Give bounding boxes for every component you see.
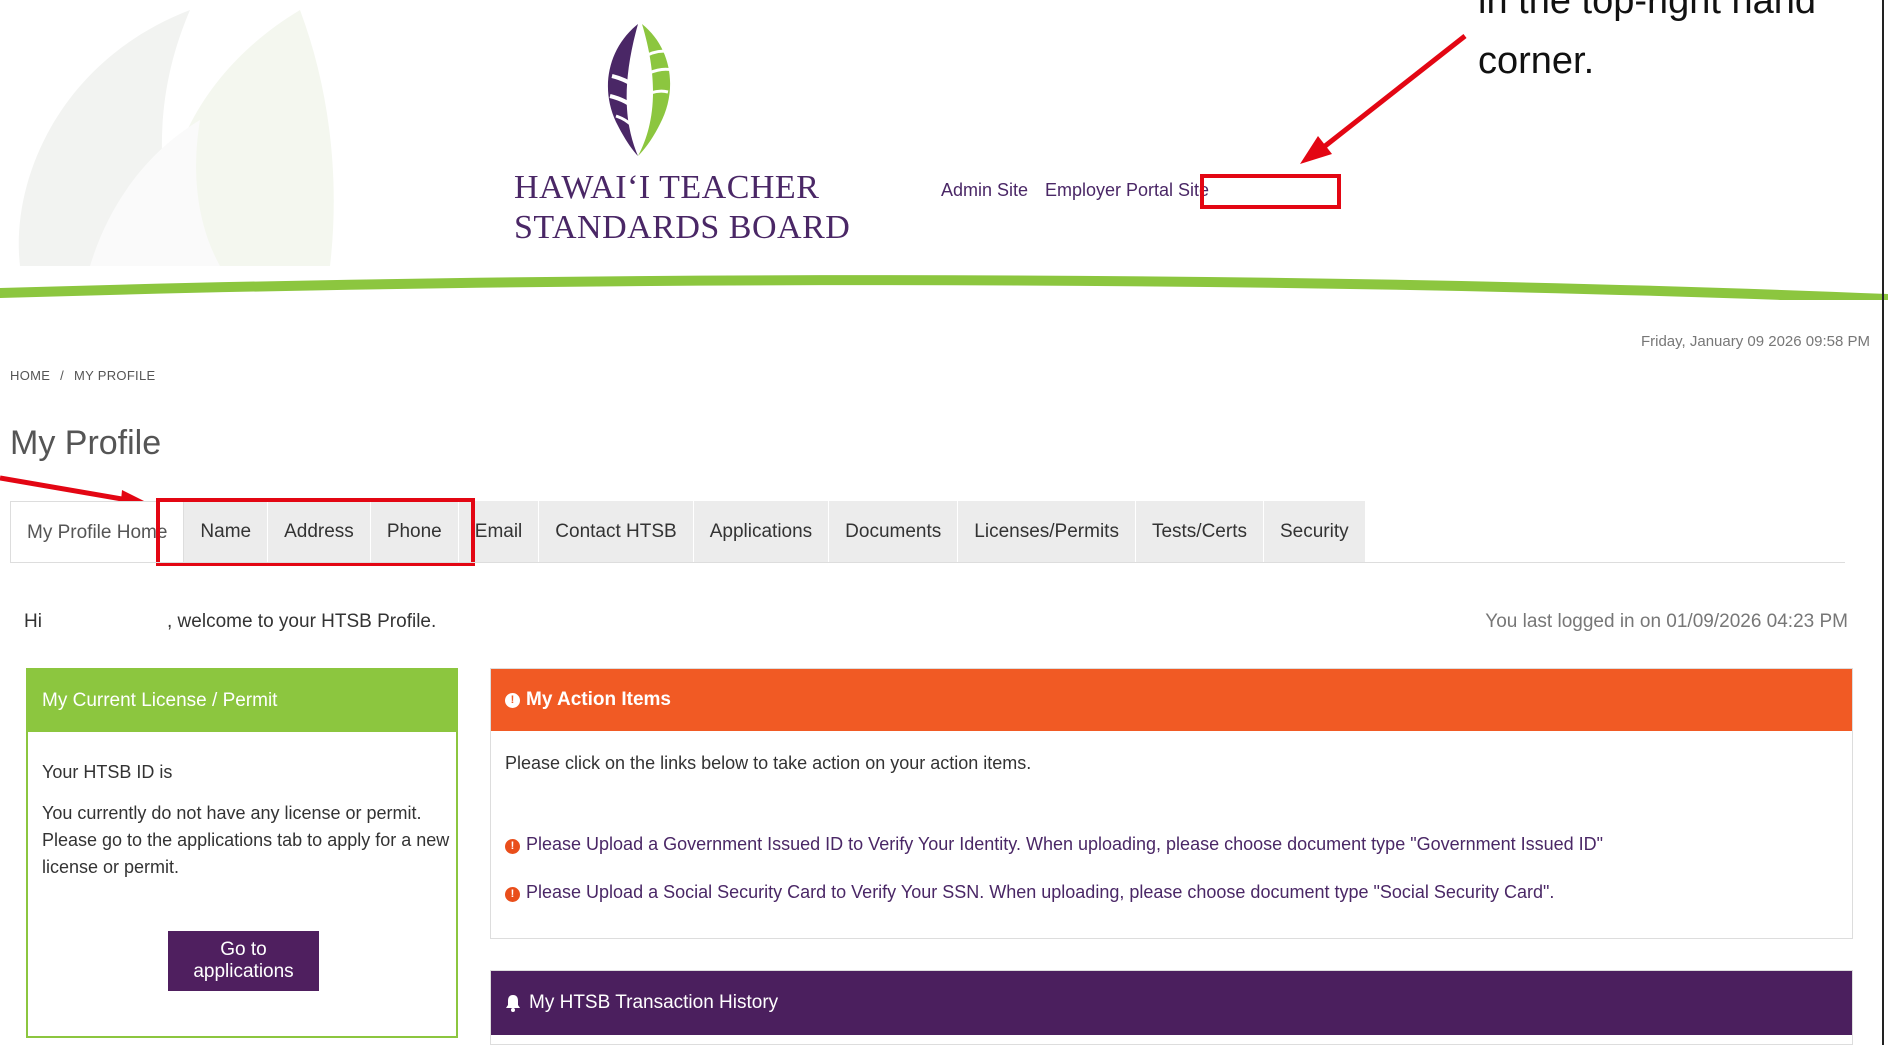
tab-address[interactable]: Address [268,501,371,563]
bell-icon [506,995,520,1012]
action-item-text: Please Upload a Social Security Card to … [526,882,1555,902]
annotation-line1: in the top-right hand [1478,0,1817,22]
site-header: HAWAIʻI TEACHER STANDARDS BOARD Admin Si… [0,0,1888,300]
tab-contact-htsb[interactable]: Contact HTSB [539,501,694,563]
breadcrumb-separator: / [60,368,65,383]
license-panel-title: My Current License / Permit [28,670,456,732]
tab-applications[interactable]: Applications [693,501,830,563]
transaction-history-title-text: My HTSB Transaction History [529,992,779,1013]
login-highlight-box[interactable] [1200,174,1341,209]
action-items-panel: ! My Action Items Please click on the lin… [490,668,1853,939]
profile-tabs: My Profile Home Name Address Phone Email… [10,501,1366,563]
alert-icon: ! [505,838,520,854]
action-items-title: ! My Action Items [491,669,1852,731]
action-items-intro: Please click on the links below to take … [505,753,1032,773]
welcome-greeting: Hi , welcome to your HTSB Profile. [24,611,436,633]
logo-text-line2: STANDARDS BOARD [514,209,851,246]
admin-site-link[interactable]: Admin Site [941,180,1028,201]
greeting-prefix: Hi [24,611,42,632]
tab-tests-certs[interactable]: Tests/Certs [1135,501,1264,563]
logo-text-line1: HAWAIʻI TEACHER [514,169,820,206]
breadcrumb: HOME / MY PROFILE [10,368,155,383]
tab-my-profile-home[interactable]: My Profile Home [10,501,185,563]
htsb-logo-icon [607,24,673,156]
tab-security[interactable]: Security [1263,501,1366,563]
last-login-text: You last logged in on 01/09/2026 04:23 P… [1485,611,1848,632]
tab-documents[interactable]: Documents [829,501,959,563]
annotation-line2: corner. [1478,40,1595,82]
action-item-social-security[interactable]: ! Please Upload a Social Security Card to… [505,882,1554,903]
license-message: You currently do not have any license or… [42,803,450,877]
tab-name[interactable]: Name [184,501,269,563]
tab-email[interactable]: Email [458,501,540,563]
go-to-applications-button[interactable]: Go to applications [168,931,319,991]
alert-icon: ! [505,692,520,708]
page-title: My Profile [10,424,162,462]
tab-divider [10,562,1845,563]
tab-phone[interactable]: Phone [370,501,459,563]
breadcrumb-home[interactable]: HOME [10,368,50,383]
transaction-history-title: My HTSB Transaction History [491,971,1852,1035]
htsb-id-text: Your HTSB ID is [42,762,173,782]
current-license-panel: My Current License / Permit Your HTSB ID… [26,668,458,1038]
annotation-note: in the top-right hand corner. [1478,0,1888,138]
current-datetime: Friday, January 09 2026 09:58 PM [1640,333,1870,350]
transaction-history-panel: My HTSB Transaction History [490,970,1853,1045]
action-item-government-id[interactable]: ! Please Upload a Government Issued ID to… [505,834,1603,855]
tab-licenses-permits[interactable]: Licenses/Permits [958,501,1136,563]
greeting-suffix: , welcome to your HTSB Profile. [167,611,437,632]
breadcrumb-current: MY PROFILE [73,368,156,383]
page-right-border [1882,0,1884,1045]
action-item-text: Please Upload a Government Issued ID to … [526,834,1604,854]
alert-icon: ! [505,886,520,902]
header-green-band [0,275,1888,300]
background-leaf-graphic [18,10,334,266]
action-items-title-text: My Action Items [526,689,671,710]
employer-portal-link[interactable]: Employer Portal Site [1045,180,1209,201]
